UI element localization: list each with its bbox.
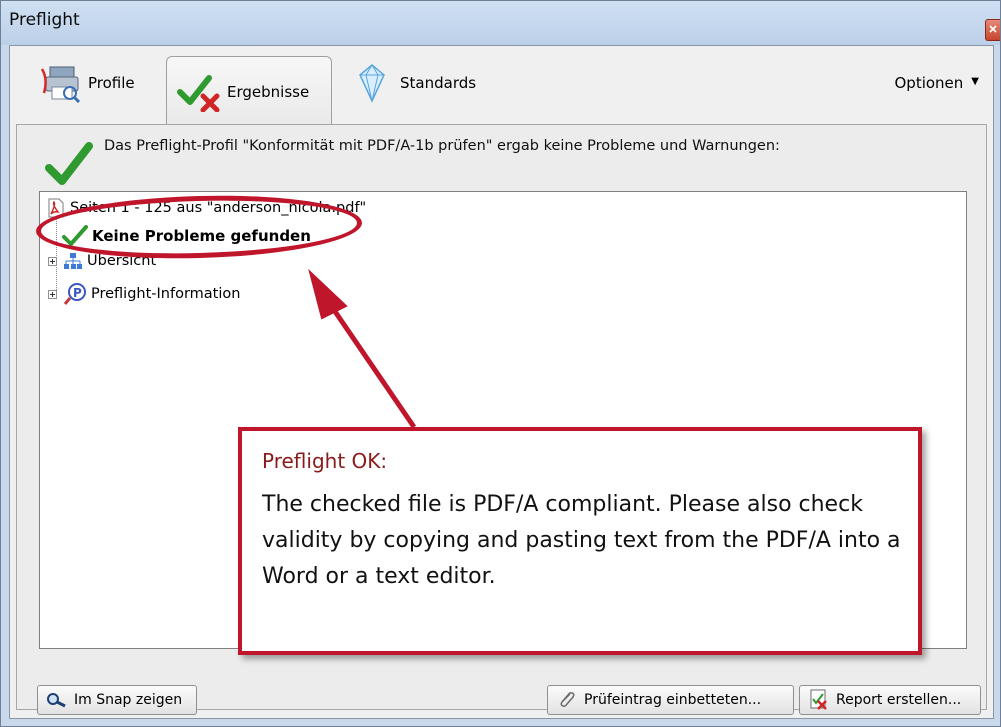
tree-item-preflight-info-label: Preflight-Information bbox=[91, 286, 241, 302]
expand-icon[interactable] bbox=[48, 256, 57, 266]
close-button[interactable] bbox=[985, 19, 1000, 41]
show-in-snap-button[interactable]: Im Snap zeigen bbox=[37, 685, 197, 715]
options-label: Optionen bbox=[894, 74, 964, 92]
preflight-info-icon: P bbox=[63, 283, 86, 305]
callout-body: The checked file is PDF/A compliant. Ple… bbox=[262, 492, 901, 589]
show-in-snap-label: Im Snap zeigen bbox=[74, 692, 183, 708]
svg-text:P: P bbox=[73, 286, 82, 300]
tab-profile[interactable]: Profile bbox=[28, 54, 145, 112]
tab-bar: Profile Ergebnisse Standards Optionen ▼ bbox=[10, 46, 993, 126]
tab-profile-label: Profile bbox=[88, 74, 135, 92]
status-message: Das Preflight-Profil "Konformität mit PD… bbox=[104, 138, 780, 154]
hierarchy-icon bbox=[64, 253, 82, 269]
title-bar: Preflight bbox=[1, 1, 1000, 45]
success-check-icon bbox=[45, 142, 93, 185]
tree-item-preflight-info[interactable]: P Preflight-Information bbox=[48, 283, 240, 305]
embed-audit-button[interactable]: Prüfeintrag einbetteten... bbox=[547, 685, 794, 715]
callout-box: Preflight OK: The checked file is PDF/A … bbox=[238, 427, 922, 655]
options-menu[interactable]: Optionen ▼ bbox=[895, 74, 980, 92]
create-report-button[interactable]: Report erstellen... bbox=[799, 685, 981, 715]
embed-audit-label: Prüfeintrag einbetteten... bbox=[584, 692, 762, 708]
tab-standards[interactable]: Standards bbox=[340, 54, 486, 112]
expand-icon[interactable] bbox=[48, 289, 57, 299]
tab-standards-label: Standards bbox=[400, 74, 477, 92]
close-icon bbox=[989, 25, 997, 33]
tab-ergebnisse[interactable]: Ergebnisse bbox=[166, 56, 332, 126]
chevron-down-icon: ▼ bbox=[971, 75, 979, 87]
create-report-label: Report erstellen... bbox=[836, 692, 962, 708]
profile-icon bbox=[38, 63, 82, 104]
tab-ergebnisse-label: Ergebnisse bbox=[227, 82, 310, 101]
callout-title: Preflight OK: bbox=[262, 449, 388, 473]
paperclip-icon bbox=[560, 692, 575, 707]
window-title: Preflight bbox=[9, 10, 80, 30]
check-cross-icon bbox=[177, 72, 221, 112]
diamond-icon bbox=[350, 63, 394, 103]
magnifier-icon bbox=[47, 693, 66, 708]
report-icon bbox=[810, 689, 827, 710]
